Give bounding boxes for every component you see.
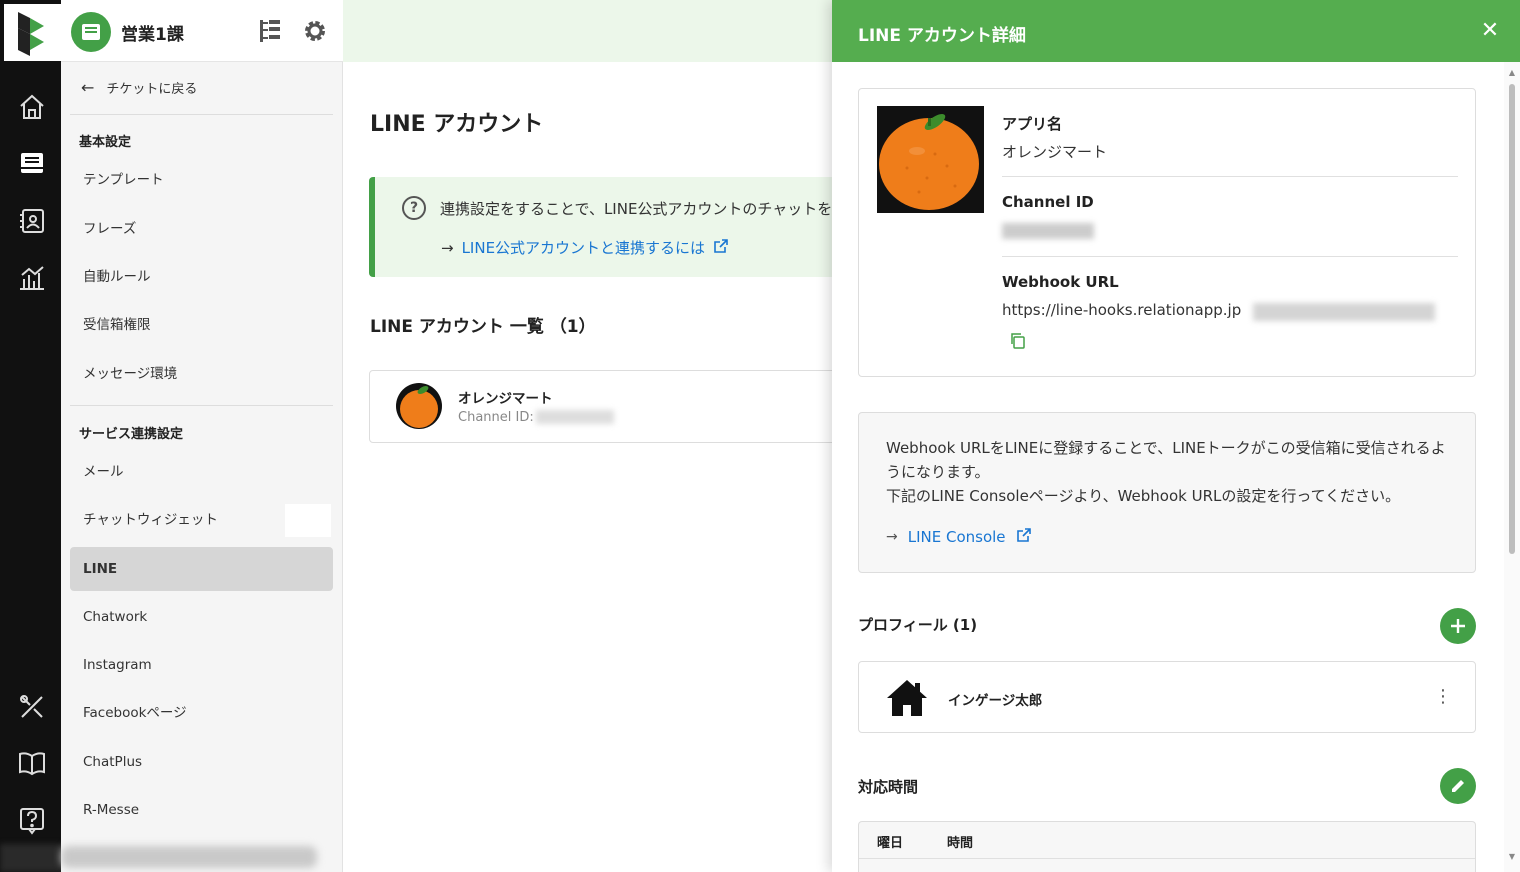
info-text-line-1: Webhook URLをLINEに登録することで、LINEトークがこの受信箱に受…: [886, 439, 1446, 481]
redacted-area: [0, 844, 61, 872]
integration-notice: ? 連携設定をすることで、LINE公式アカウントのチャットを → LINE公式ア…: [369, 177, 832, 277]
drawer-scrollbar[interactable]: ▲ ▼: [1504, 62, 1520, 872]
sidebar-item-chatwork[interactable]: Chatwork: [70, 595, 333, 639]
profile-card[interactable]: インゲージ太郎 ⋮: [858, 661, 1476, 733]
sidebar-item-auto-rule[interactable]: 自動ルール: [70, 255, 333, 299]
back-to-tickets-link[interactable]: ← チケットに戻る: [81, 78, 197, 97]
copy-icon[interactable]: [1009, 332, 1027, 350]
external-link-icon: [713, 238, 729, 258]
app-info-card: アプリ名 オレンジマート Channel ID Webhook URL http…: [858, 88, 1476, 377]
webhook-url-label: Webhook URL: [1002, 273, 1119, 291]
redacted-webhook-path: [1253, 303, 1435, 321]
divider: [859, 858, 1475, 859]
divider: [1002, 256, 1458, 257]
scrollbar-thumb[interactable]: [1509, 84, 1515, 554]
sidebar-item-facebook[interactable]: Facebookページ: [70, 691, 333, 735]
info-text-line-2: 下記のLINE Consoleページより、Webhook URLの設定を行ってく…: [886, 487, 1401, 505]
tree-view-icon[interactable]: [257, 18, 283, 44]
webhook-info-box: Webhook URLをLINEに登録することで、LINEトークがこの受信箱に受…: [858, 412, 1476, 573]
tools-icon[interactable]: [14, 689, 50, 725]
scroll-up-icon[interactable]: ▲: [1507, 68, 1517, 77]
edit-hours-button[interactable]: [1440, 768, 1476, 804]
divider: [70, 405, 333, 406]
webhook-url-value: https://line-hooks.relationapp.jp: [1002, 301, 1242, 319]
app-rail: [0, 0, 61, 872]
link-label: LINE Console: [907, 528, 1006, 546]
home-avatar-icon: [885, 678, 929, 718]
external-link-icon: [1016, 527, 1032, 547]
redacted-channel-id: [1002, 223, 1094, 239]
section-service-integration: サービス連携設定: [79, 427, 184, 442]
line-console-link[interactable]: → LINE Console: [886, 527, 1032, 547]
sidebar-item-inbox-permission[interactable]: 受信箱権限: [70, 303, 333, 347]
info-text: Webhook URLをLINEに登録することで、LINEトークがこの受信箱に受…: [886, 436, 1456, 508]
analytics-icon[interactable]: [14, 260, 50, 296]
line-account-detail-drawer: LINE アカウント詳細 ✕ アプリ名 オレンジマート Channel ID W…: [832, 0, 1520, 872]
close-icon[interactable]: ✕: [1478, 19, 1502, 43]
header-strip: [343, 0, 832, 62]
ticket-icon[interactable]: [14, 145, 50, 181]
notice-text: 連携設定をすることで、LINE公式アカウントのチャットを: [440, 200, 832, 218]
page-title: LINE アカウント: [370, 112, 544, 137]
column-header-time: 時間: [947, 836, 974, 851]
pencil-icon: [1452, 780, 1464, 792]
app-name-value: オレンジマート: [1002, 143, 1108, 161]
app-name-label: アプリ名: [1002, 115, 1063, 133]
arrow-right-icon: →: [886, 529, 898, 545]
sidebar-item-message-env[interactable]: メッセージ環境: [70, 352, 333, 396]
plus-icon: [1451, 619, 1465, 633]
main-content: LINE アカウント ? 連携設定をすることで、LINE公式アカウントのチャット…: [343, 62, 832, 872]
account-list-title: LINE アカウント 一覧 （1）: [370, 317, 596, 337]
line-integration-guide-link[interactable]: → LINE公式アカウントと連携するには: [441, 237, 729, 258]
inbox-badge-icon[interactable]: [71, 12, 111, 52]
sidebar-item-line[interactable]: LINE: [70, 547, 333, 591]
arrow-right-icon: →: [441, 238, 454, 257]
redacted-channel-id: [536, 410, 614, 424]
section-basic-settings: 基本設定: [79, 135, 132, 150]
add-profile-button[interactable]: [1440, 608, 1476, 644]
guide-book-icon[interactable]: [14, 745, 50, 781]
arrow-left-icon: ←: [81, 78, 95, 97]
link-label: LINE公式アカウントと連携するには: [461, 239, 706, 257]
sidebar-item-instagram[interactable]: Instagram: [70, 643, 333, 687]
settings-sidebar: ← チケットに戻る 基本設定 テンプレート フレーズ 自動ルール 受信箱権限 メ…: [61, 62, 343, 872]
sidebar-item-phrase[interactable]: フレーズ: [70, 207, 333, 251]
gear-icon[interactable]: [302, 18, 328, 44]
drawer-title: LINE アカウント詳細: [858, 26, 1026, 46]
hours-table: 曜日 時間: [858, 821, 1476, 872]
help-icon[interactable]: [14, 802, 50, 838]
profile-section-title: プロフィール (1): [858, 616, 978, 634]
sidebar-item-template[interactable]: テンプレート: [70, 158, 333, 202]
column-header-day: 曜日: [877, 836, 904, 851]
sidebar-item-chatplus[interactable]: ChatPlus: [70, 740, 333, 784]
more-vertical-icon[interactable]: ⋮: [1433, 686, 1453, 708]
divider: [70, 114, 333, 115]
channel-id-label: Channel ID:: [458, 410, 534, 425]
channel-id-label: Channel ID: [1002, 193, 1094, 211]
profile-name: インゲージ太郎: [948, 693, 1043, 709]
contacts-icon[interactable]: [14, 203, 50, 239]
orange-app-icon: [877, 106, 984, 213]
drawer-header: LINE アカウント詳細 ✕: [832, 0, 1520, 62]
hours-section-title: 対応時間: [858, 778, 919, 796]
home-icon[interactable]: [14, 89, 50, 125]
top-bar: 営業1課: [61, 0, 832, 62]
sidebar-item-mail[interactable]: メール: [70, 450, 333, 494]
redacted-area: [61, 846, 317, 868]
team-name[interactable]: 営業1課: [121, 20, 184, 45]
line-account-card[interactable]: オレンジマート Channel ID:: [369, 370, 832, 443]
app-logo[interactable]: [4, 4, 61, 61]
back-label: チケットに戻る: [106, 82, 198, 97]
divider: [1002, 176, 1458, 177]
scroll-down-icon[interactable]: ▼: [1507, 852, 1517, 861]
redacted-area: [285, 504, 331, 537]
orange-avatar-icon: [396, 383, 442, 429]
sidebar-item-rmesse[interactable]: R-Messe: [70, 788, 333, 832]
account-name: オレンジマート: [458, 391, 553, 407]
help-circle-icon: ?: [402, 196, 426, 220]
